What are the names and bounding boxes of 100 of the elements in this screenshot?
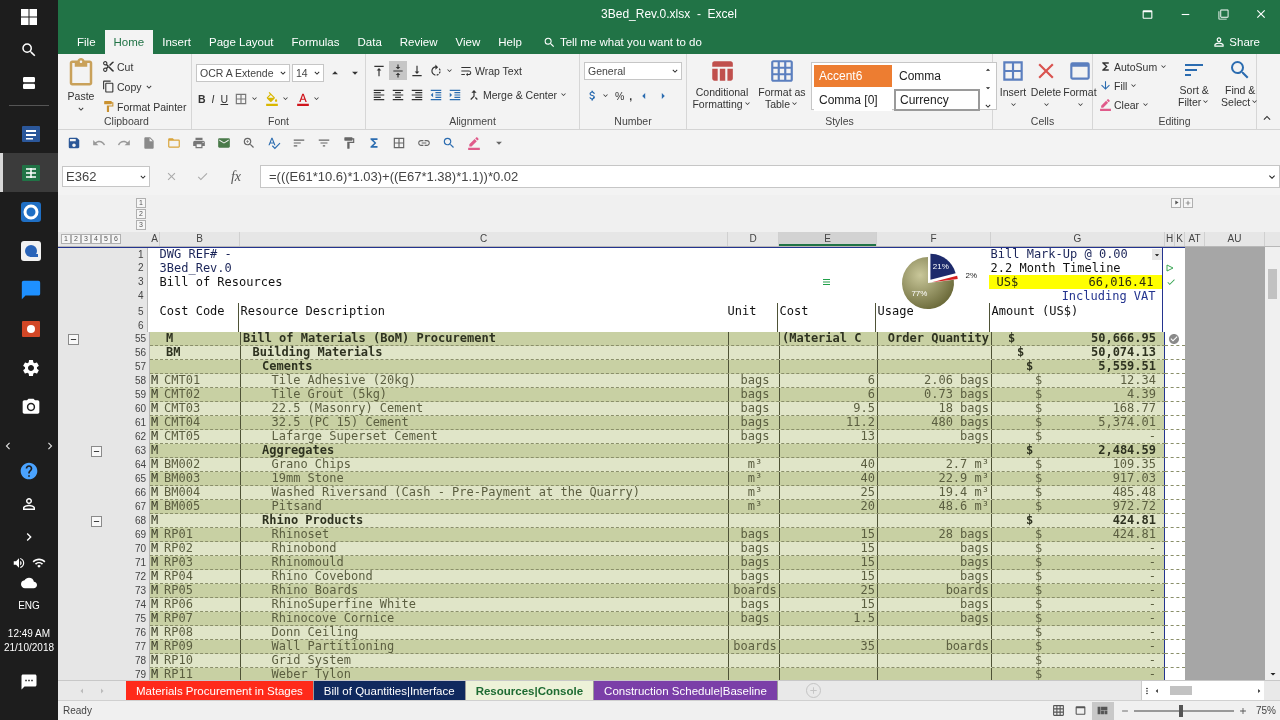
number-format-field[interactable]: General — [584, 62, 682, 80]
insert-function-button[interactable]: fx — [226, 168, 245, 185]
table-cell: 15 — [779, 528, 877, 541]
column-header[interactable]: A — [150, 232, 160, 246]
row-header[interactable]: 69 — [58, 528, 150, 542]
row-header[interactable]: 67 — [58, 500, 150, 514]
cell-style[interactable]: Currency — [894, 89, 980, 111]
column-header[interactable]: F — [877, 232, 991, 246]
row-header[interactable]: 78 — [58, 654, 150, 668]
comma-style-button[interactable]: , — [627, 86, 635, 105]
column-header[interactable]: B — [160, 232, 240, 246]
column-header[interactable]: E — [779, 232, 877, 246]
sort-filter-button[interactable]: Sort & Filter — [1172, 57, 1217, 114]
clock[interactable]: 12:49 AM 21/10/2018 — [3, 627, 55, 655]
sheet-tab[interactable]: Bill of Quantities|Interface — [313, 681, 466, 700]
row-header[interactable]: 65 — [58, 472, 150, 486]
ribbon-tab[interactable]: View — [446, 30, 490, 54]
row-number: 76 — [134, 627, 146, 639]
row-header[interactable]: 70 — [58, 542, 150, 556]
row-header[interactable]: 56 — [58, 346, 150, 360]
column-header[interactable]: G — [991, 232, 1165, 246]
format-cells-button[interactable]: Format — [1063, 57, 1097, 114]
row-header[interactable]: 57 — [58, 360, 150, 374]
percent-button[interactable]: % — [613, 86, 627, 105]
table-cell: 2.06 bags — [877, 374, 991, 387]
conditional-formatting-button[interactable]: Conditional Formatting — [691, 57, 753, 114]
fill-button[interactable]: Fill — [1097, 76, 1171, 95]
table-cell: 9.5 — [779, 402, 877, 415]
tell-me-search[interactable]: Tell me what you want to do — [538, 30, 706, 54]
italic-button[interactable]: I — [209, 89, 217, 108]
row-header[interactable]: 66 — [58, 486, 150, 500]
row-header[interactable]: 71 — [58, 556, 150, 570]
amount: - — [1148, 640, 1157, 653]
row-header[interactable]: 64 — [58, 458, 150, 472]
ribbon-tab[interactable]: Formulas — [282, 30, 349, 54]
ribbon-tab[interactable]: Data — [348, 30, 391, 54]
table-cell: bags — [728, 374, 779, 387]
table-cell: m³ — [728, 458, 779, 471]
row-header[interactable]: 2 — [58, 261, 148, 275]
format-as-table-button[interactable]: Format as Table — [757, 57, 807, 114]
row-header[interactable]: 59 — [58, 388, 150, 402]
wrap-text-button[interactable]: Wrap Text — [457, 61, 524, 80]
merge-center-button[interactable]: Merge & Center — [465, 85, 571, 104]
share-button[interactable]: Share — [1206, 30, 1266, 54]
table-cell: Wall Partitioning — [240, 640, 728, 653]
bold-button[interactable]: B — [196, 89, 208, 108]
clear-button[interactable]: Clear — [1097, 95, 1171, 114]
name-box[interactable]: E362 — [62, 166, 150, 187]
cut-button[interactable]: Cut — [100, 57, 189, 76]
paste-button[interactable]: Paste — [66, 57, 96, 114]
row-header[interactable]: 58 — [58, 374, 150, 388]
font-name-field[interactable]: OCR A Extende — [196, 63, 290, 82]
ribbon-tab[interactable]: File — [68, 30, 105, 54]
insert-cells-button[interactable]: Insert — [997, 57, 1029, 114]
table-cell: Bill of Materials (BoM) Procurement — [240, 332, 728, 345]
ribbon-tab[interactable]: Insert — [153, 30, 200, 54]
sheet-tab[interactable]: Materials Procurement in Stages — [126, 681, 314, 700]
row-header[interactable]: 79 — [58, 668, 150, 680]
row-header[interactable]: 6 — [58, 320, 148, 332]
row-header[interactable]: 68 — [58, 514, 150, 528]
delete-cells-button[interactable]: Delete — [1029, 57, 1063, 114]
autosum-button[interactable]: AutoSum — [1097, 57, 1171, 76]
format-painter-button[interactable]: Format Painter — [100, 97, 189, 116]
copy-button[interactable]: Copy — [100, 77, 189, 96]
column-header[interactable]: K — [1175, 232, 1185, 246]
row-header[interactable]: 62 — [58, 430, 150, 444]
group-label: Cells — [1029, 114, 1056, 129]
table-cell: boards — [877, 640, 991, 653]
row-header[interactable]: 61 — [58, 416, 150, 430]
row-header[interactable]: 63 — [58, 444, 150, 458]
row-header[interactable]: 77 — [58, 640, 150, 654]
row-header[interactable]: 3 — [58, 275, 148, 289]
column-header[interactable]: H — [1165, 232, 1175, 246]
row-number: 3 — [138, 276, 144, 288]
row-header[interactable]: 75 — [58, 612, 150, 626]
row-header[interactable]: 72 — [58, 570, 150, 584]
row-header[interactable]: 5 — [58, 303, 148, 320]
column-header[interactable]: AU — [1205, 232, 1265, 246]
ribbon-tab[interactable]: Home — [104, 30, 154, 54]
sheet-tab[interactable]: Resources|Console — [465, 681, 595, 700]
column-header[interactable]: AT — [1185, 232, 1205, 246]
formula-field[interactable]: =(((E61*10.6)*1.03)+((E67*1.38)*1.1))*0.02 — [260, 165, 1280, 188]
row-header[interactable]: 4 — [58, 289, 148, 303]
ribbon-tab[interactable]: Help — [489, 30, 531, 54]
font-size-field[interactable]: 14 — [292, 63, 324, 82]
row-header[interactable]: 60 — [58, 402, 150, 416]
row-header[interactable]: 1 — [58, 248, 148, 261]
column-header[interactable]: C — [240, 232, 728, 246]
table-cell: bags — [728, 388, 779, 401]
row-header[interactable]: 74 — [58, 598, 150, 612]
row-header[interactable]: 76 — [58, 626, 150, 640]
row-header[interactable]: 55 — [58, 332, 150, 346]
row-header[interactable]: 73 — [58, 584, 150, 598]
ribbon-tab[interactable]: Page Layout — [200, 30, 283, 54]
table-cell-text: M — [165, 332, 175, 345]
underline-button[interactable]: U — [218, 89, 231, 108]
ribbon-tab[interactable]: Review — [390, 30, 447, 54]
sheet-tab[interactable]: Construction Schedule|Baseline — [594, 681, 778, 700]
find-select-button[interactable]: Find & Select — [1218, 57, 1263, 114]
language-indicator[interactable]: ENG — [18, 599, 40, 613]
